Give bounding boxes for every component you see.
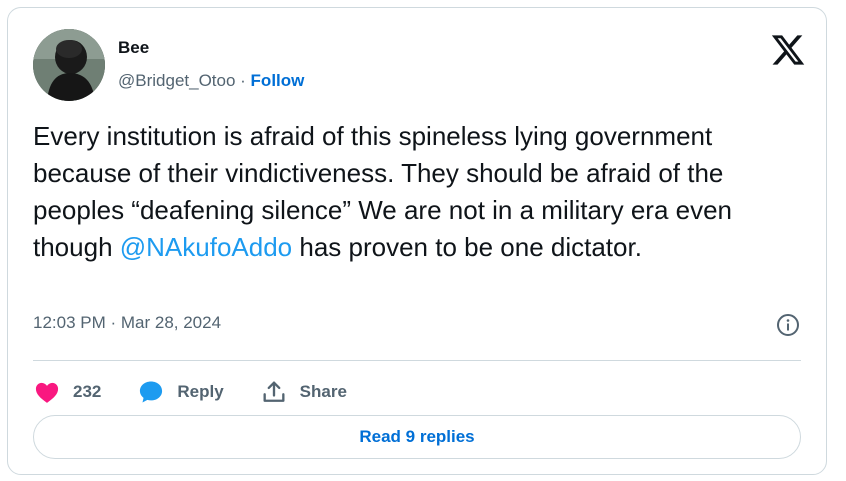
- avatar-image: [33, 29, 105, 101]
- info-icon[interactable]: [776, 313, 800, 337]
- share-button[interactable]: Share: [260, 378, 347, 406]
- heart-icon: [35, 382, 59, 403]
- action-bar: 232 Reply Share: [33, 370, 383, 414]
- reply-button[interactable]: Reply: [137, 378, 224, 406]
- like-button[interactable]: 232: [33, 378, 101, 406]
- author-handle-line: @Bridget_Otoo · Follow: [118, 71, 304, 91]
- tweet-card: Bee @Bridget_Otoo · Follow Every institu…: [7, 7, 827, 475]
- avatar[interactable]: [33, 29, 105, 101]
- follow-button[interactable]: Follow: [251, 71, 305, 90]
- upload-share-icon: [263, 381, 285, 402]
- share-label: Share: [299, 382, 347, 401]
- read-replies-button[interactable]: Read 9 replies: [33, 415, 801, 459]
- tweet-text-part-2: has proven to be one dictator.: [292, 232, 642, 262]
- reply-label: Reply: [177, 382, 224, 401]
- like-count: 232: [73, 382, 102, 401]
- x-logo-icon[interactable]: [770, 32, 806, 68]
- author-name[interactable]: Bee: [118, 38, 149, 58]
- tweet-timestamp[interactable]: 12:03 PM · Mar 28, 2024: [33, 313, 221, 333]
- author-handle[interactable]: @Bridget_Otoo: [118, 71, 235, 90]
- mention-link[interactable]: @NAkufoAddo: [120, 232, 292, 262]
- divider: [33, 360, 801, 361]
- separator-dot: ·: [235, 71, 251, 90]
- tweet-text: Every institution is afraid of this spin…: [33, 118, 808, 266]
- speech-bubble-icon: [140, 381, 163, 403]
